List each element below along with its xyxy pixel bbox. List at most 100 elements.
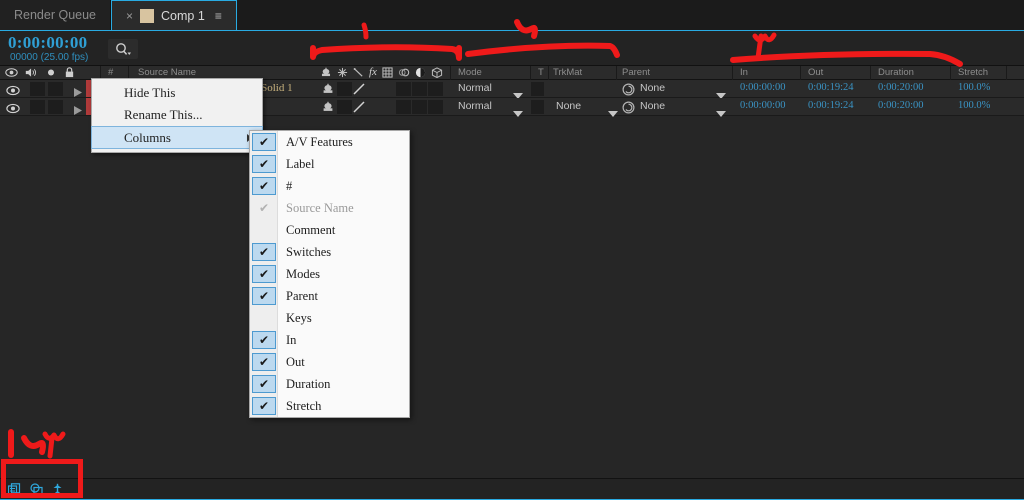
layer-mode-value[interactable]: Normal <box>458 100 492 112</box>
frame-blend-toggle-cell[interactable] <box>396 100 411 114</box>
audio-icon[interactable] <box>25 67 38 78</box>
column-header-trkmat[interactable]: TrkMat <box>553 67 582 78</box>
eye-icon[interactable] <box>6 101 20 119</box>
search-input[interactable] <box>108 39 138 59</box>
close-icon[interactable]: × <box>126 10 133 22</box>
menu-item-columns[interactable]: Columns <box>91 126 263 149</box>
checkbox-label[interactable]: ✔ <box>252 155 276 173</box>
menu-item-rename-this[interactable]: Rename This... <box>92 104 262 126</box>
column-divider <box>732 66 733 80</box>
solo-toggle-cell[interactable] <box>48 100 63 114</box>
adjustment-icon[interactable] <box>415 67 426 78</box>
panel-menu-icon[interactable]: ≡ <box>215 9 222 23</box>
effects-icon[interactable] <box>353 67 364 78</box>
layer-duration[interactable]: 0:00:20:00 <box>878 82 924 93</box>
shy-icon[interactable] <box>322 100 334 118</box>
column-divider <box>530 66 531 80</box>
checkbox-number[interactable]: ✔ <box>252 177 276 195</box>
submenu-item-av-features-label: A/V Features <box>286 135 353 149</box>
adjustment-toggle-cell[interactable] <box>428 82 443 96</box>
layer-out-point[interactable]: 0:00:19:24 <box>808 82 854 93</box>
current-timecode[interactable]: 0:00:00:00 <box>8 33 87 53</box>
column-header-t[interactable]: T <box>538 67 544 78</box>
track-matte-t-cell[interactable] <box>531 82 544 96</box>
tab-comp-1[interactable]: × Comp 1 ≡ <box>111 0 237 30</box>
layer-duration[interactable]: 0:00:20:00 <box>878 100 924 111</box>
track-matte-t-cell[interactable] <box>531 100 544 114</box>
solo-icon[interactable] <box>45 67 57 78</box>
checkbox-modes[interactable]: ✔ <box>252 265 276 283</box>
column-header-in[interactable]: In <box>740 67 748 78</box>
checkbox-stretch[interactable]: ✔ <box>252 397 276 415</box>
menu-item-columns-label: Columns <box>124 130 171 145</box>
frame-blend-toggle-cell[interactable] <box>396 82 411 96</box>
column-header-number[interactable]: # <box>108 67 113 78</box>
checkbox-comment[interactable] <box>252 221 276 239</box>
solo-toggle-cell[interactable] <box>48 82 63 96</box>
chevron-down-icon[interactable] <box>608 104 618 122</box>
submenu-item-modes-label: Modes <box>286 267 321 281</box>
submenu-item-keys[interactable]: Keys <box>250 307 409 329</box>
submenu-item-duration[interactable]: ✔ Duration <box>250 373 409 395</box>
lock-icon[interactable] <box>64 67 75 78</box>
tab-render-queue[interactable]: Render Queue <box>0 0 112 30</box>
submenu-item-stretch[interactable]: ✔ Stretch <box>250 395 409 417</box>
layer-in-point[interactable]: 0:00:00:00 <box>740 100 786 111</box>
eye-icon[interactable] <box>5 67 18 78</box>
chevron-down-icon[interactable] <box>513 104 523 122</box>
checkbox-in[interactable]: ✔ <box>252 331 276 349</box>
submenu-item-parent[interactable]: ✔ Parent <box>250 285 409 307</box>
motion-blur-toggle-cell[interactable] <box>412 100 427 114</box>
checkbox-duration[interactable]: ✔ <box>252 375 276 393</box>
quality-toggle-cell[interactable] <box>337 100 352 114</box>
column-header-out[interactable]: Out <box>808 67 823 78</box>
layer-parent-value[interactable]: None <box>640 100 665 112</box>
chevron-down-icon[interactable] <box>716 104 726 122</box>
audio-toggle-cell[interactable] <box>30 100 45 114</box>
frame-blend-icon[interactable] <box>382 67 393 78</box>
submenu-item-out[interactable]: ✔ Out <box>250 351 409 373</box>
layer-stretch[interactable]: 100.0% <box>958 100 990 111</box>
layer-mode-value[interactable]: Normal <box>458 82 492 94</box>
menu-item-hide-this[interactable]: Hide This <box>92 82 262 104</box>
audio-toggle-cell[interactable] <box>30 82 45 96</box>
layer-out-point[interactable]: 0:00:19:24 <box>808 100 854 111</box>
parent-pick-whip-icon[interactable] <box>622 101 635 119</box>
layer-parent-value[interactable]: None <box>640 82 665 94</box>
tab-comp-1-label: Comp 1 <box>161 8 205 23</box>
submenu-item-number[interactable]: ✔ # <box>250 175 409 197</box>
three-d-icon[interactable] <box>431 67 443 78</box>
submenu-item-av-features[interactable]: ✔ A/V Features <box>250 131 409 153</box>
motion-blur-icon[interactable] <box>398 67 410 78</box>
column-header-source-name[interactable]: Source Name <box>138 67 196 78</box>
fx-icon[interactable]: fx <box>369 67 377 78</box>
submenu-item-comment[interactable]: Comment <box>250 219 409 241</box>
column-header-stretch[interactable]: Stretch <box>958 67 988 78</box>
expand-triangle-icon[interactable] <box>74 102 82 120</box>
submenu-item-in[interactable]: ✔ In <box>250 329 409 351</box>
submenu-item-duration-label: Duration <box>286 377 331 391</box>
layer-stretch[interactable]: 100.0% <box>958 82 990 93</box>
submenu-item-label[interactable]: ✔ Label <box>250 153 409 175</box>
checkbox-keys[interactable] <box>252 309 276 327</box>
submenu-item-source-name-label: Source Name <box>286 201 354 215</box>
column-header-duration[interactable]: Duration <box>878 67 914 78</box>
layer-in-point[interactable]: 0:00:00:00 <box>740 82 786 93</box>
av-features-header-icons <box>5 67 75 78</box>
checkbox-parent[interactable]: ✔ <box>252 287 276 305</box>
column-header-parent[interactable]: Parent <box>622 67 650 78</box>
shy-icon[interactable] <box>320 67 332 78</box>
motion-blur-toggle-cell[interactable] <box>412 82 427 96</box>
submenu-item-comment-label: Comment <box>286 223 336 237</box>
effects-slash-icon[interactable] <box>352 100 366 119</box>
layer-trkmat-value[interactable]: None <box>556 100 581 112</box>
checkbox-av-features[interactable]: ✔ <box>252 133 276 151</box>
checkbox-out[interactable]: ✔ <box>252 353 276 371</box>
checkbox-switches[interactable]: ✔ <box>252 243 276 261</box>
submenu-item-modes[interactable]: ✔ Modes <box>250 263 409 285</box>
submenu-item-switches[interactable]: ✔ Switches <box>250 241 409 263</box>
quality-icon[interactable] <box>337 67 348 78</box>
adjustment-toggle-cell[interactable] <box>428 100 443 114</box>
column-header-mode[interactable]: Mode <box>458 67 482 78</box>
quality-toggle-cell[interactable] <box>337 82 352 96</box>
